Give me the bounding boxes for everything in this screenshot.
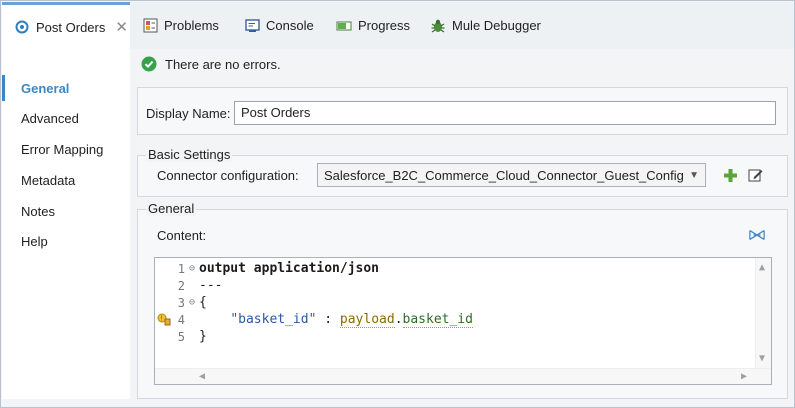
fold-icon[interactable]: ⊖ (189, 297, 199, 308)
check-icon (141, 56, 157, 72)
tab-label: Progress (358, 18, 411, 33)
code-separator: : (316, 312, 340, 327)
display-name-panel: Display Name: Post Orders (137, 87, 788, 135)
properties-content: There are no errors. Display Name: Post … (131, 49, 793, 399)
progress-icon (336, 18, 352, 34)
line-number: 2 (177, 278, 185, 293)
problems-icon (142, 18, 158, 34)
close-icon[interactable]: ✕ (115, 18, 128, 36)
content-label: Content: (157, 228, 207, 243)
transform-icon[interactable] (749, 227, 765, 243)
status-text: There are no errors. (165, 56, 281, 72)
chevron-down-icon: ▼ (689, 169, 699, 181)
horizontal-scrollbar[interactable]: ◀ ▶ (155, 368, 771, 384)
line-number: 5 (177, 329, 185, 344)
console-icon (244, 18, 260, 34)
basic-settings-panel: Basic Settings Connector configuration: … (137, 147, 788, 197)
tab-mule-debugger[interactable]: Mule Debugger (430, 2, 541, 49)
code-line: 5 } (155, 328, 207, 345)
editor-window: Post Orders ✕ Problems Console Progress (0, 0, 795, 408)
scroll-up-icon[interactable]: ▲ (759, 262, 765, 273)
display-name-input[interactable]: Post Orders (234, 101, 776, 125)
nav-item-metadata[interactable]: Metadata (2, 167, 130, 193)
tab-label: Problems (164, 18, 219, 33)
scroll-down-icon[interactable]: ▼ (759, 353, 765, 364)
code-field: basket_id (402, 311, 473, 328)
scroll-right-icon[interactable]: ▶ (741, 371, 747, 382)
tab-problems[interactable]: Problems (142, 2, 219, 49)
nav-item-error-mapping[interactable]: Error Mapping (2, 136, 130, 162)
add-icon[interactable] (722, 167, 738, 183)
nav-item-advanced[interactable]: Advanced (2, 105, 130, 131)
connector-config-label: Connector configuration: (157, 168, 299, 183)
tab-post-orders[interactable]: Post Orders ✕ (2, 2, 130, 49)
code-key: "basket_id" (230, 312, 317, 327)
tab-label: Console (266, 18, 314, 33)
line-number: 3 (177, 295, 185, 310)
code-text: output application/json (199, 261, 380, 276)
basic-settings-title: Basic Settings (146, 147, 233, 162)
code-line: ! 4 "basket_id" : payload . basket_id (155, 311, 473, 328)
nav-item-help[interactable]: Help (2, 228, 130, 254)
tab-label: Mule Debugger (452, 18, 541, 33)
general-title: General (146, 201, 197, 216)
connector-config-select[interactable]: Salesforce_B2C_Commerce_Cloud_Connector_… (317, 163, 706, 187)
code-line: 1 ⊖ output application/json (155, 260, 379, 277)
debugger-icon (430, 18, 446, 34)
warning-icon[interactable]: ! (157, 312, 171, 326)
code-text: { (199, 295, 207, 310)
display-name-label: Display Name: (146, 106, 231, 121)
vertical-scrollbar[interactable]: ▲ ▼ (755, 258, 771, 384)
fold-icon[interactable]: ⊖ (189, 263, 199, 274)
code-line: 2 --- (155, 277, 223, 294)
line-number: 1 (177, 261, 185, 276)
connector-config-value: Salesforce_B2C_Commerce_Cloud_Connector_… (324, 167, 684, 183)
nav-item-notes[interactable]: Notes (2, 198, 130, 224)
properties-nav: General Advanced Error Mapping Metadata … (2, 49, 130, 399)
code-text: } (199, 329, 207, 344)
tab-bar: Post Orders ✕ Problems Console Progress (2, 2, 794, 49)
code-editor[interactable]: 1 ⊖ output application/json 2 --- 3 ⊖ { … (154, 257, 772, 385)
scroll-left-icon[interactable]: ◀ (199, 371, 205, 382)
connector-icon (14, 19, 30, 35)
nav-item-general[interactable]: General (2, 75, 130, 101)
edit-icon[interactable] (748, 167, 764, 183)
code-line: 3 ⊖ { (155, 294, 207, 311)
svg-text:!: ! (160, 316, 162, 323)
status-message: There are no errors. (141, 55, 281, 73)
tab-progress[interactable]: Progress (336, 2, 410, 49)
code-text: --- (199, 278, 223, 293)
code-dot: . (394, 312, 403, 327)
tab-label: Post Orders (36, 19, 106, 35)
code-variable: payload (339, 311, 395, 328)
tab-console[interactable]: Console (244, 2, 314, 49)
